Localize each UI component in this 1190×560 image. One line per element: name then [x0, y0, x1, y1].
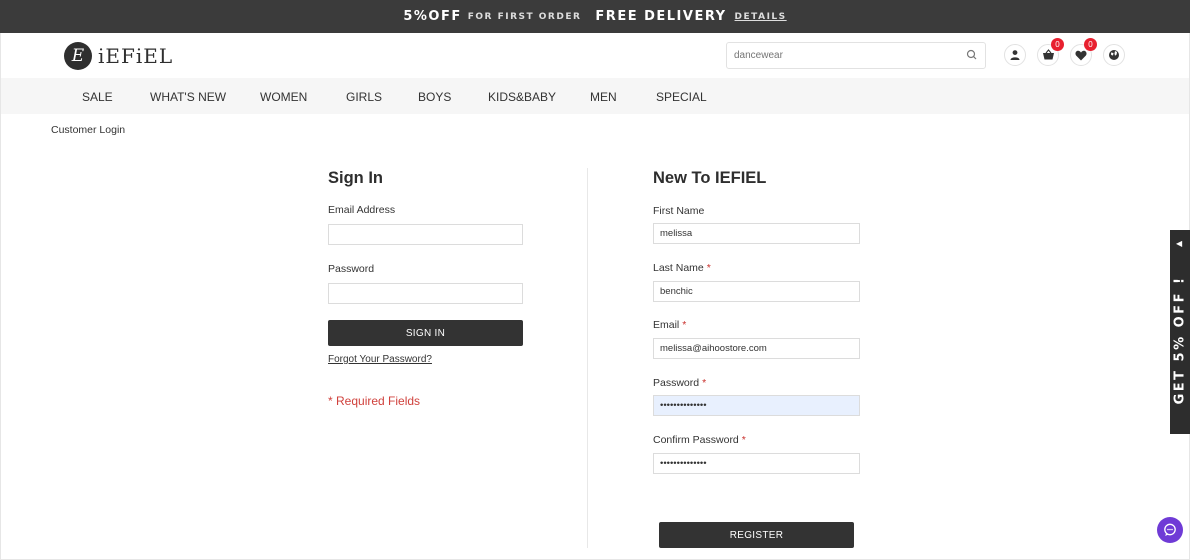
nav-item-boys[interactable]: BOYS	[418, 90, 451, 104]
password-label-text: Password	[653, 377, 700, 389]
search-input[interactable]	[727, 43, 957, 68]
first-name-label-text: First Name	[653, 205, 705, 217]
confirm-password-field[interactable]	[653, 453, 860, 474]
breadcrumb: Customer Login	[51, 124, 126, 136]
required-fields-note: * Required Fields	[328, 394, 421, 408]
nav-item-special[interactable]: SPECIAL	[656, 90, 707, 104]
wishlist-count-badge: 0	[1084, 38, 1097, 51]
register-button[interactable]: REGISTER	[659, 522, 854, 548]
logo-text: iEFiEL	[98, 44, 174, 68]
frame-border-left	[0, 78, 1, 560]
user-icon[interactable]	[1004, 44, 1026, 66]
promo-discount-note: FOR FIRST ORDER	[467, 11, 582, 22]
forgot-password-link[interactable]: Forgot Your Password?	[328, 354, 432, 365]
search-icon[interactable]	[965, 48, 979, 62]
collapse-arrow-icon: ◀	[1176, 239, 1183, 248]
last-name-field[interactable]	[653, 281, 860, 302]
column-divider	[587, 168, 588, 548]
nav-item-sale[interactable]: SALE	[82, 90, 113, 104]
chat-bubble-icon[interactable]	[1157, 517, 1183, 543]
promo-bar: 5%OFF FOR FIRST ORDER FREE DELIVERY DETA…	[0, 0, 1190, 33]
signin-email-field[interactable]	[328, 224, 523, 245]
promo-delivery: FREE DELIVERY	[595, 9, 727, 24]
signin-button[interactable]: SIGN IN	[328, 320, 523, 346]
required-mark: *	[741, 434, 746, 446]
first-name-label: First Name	[653, 205, 704, 217]
discount-side-tab[interactable]: ◀ GET 5% OFF !	[1170, 230, 1190, 434]
cart-icon[interactable]: 0	[1037, 38, 1064, 66]
required-mark: *	[702, 377, 707, 389]
site-header: E iEFiEL 0 0	[0, 33, 1190, 78]
last-name-label-text: Last Name	[653, 262, 704, 274]
password-field[interactable]	[653, 395, 860, 416]
email-label: Email *	[653, 319, 686, 331]
promo-discount: 5%OFF	[403, 9, 462, 24]
password-label: Password *	[653, 377, 706, 389]
search-box	[726, 42, 986, 69]
nav-item-girls[interactable]: GIRLS	[346, 90, 382, 104]
first-name-field[interactable]	[653, 223, 860, 244]
nav-item-women[interactable]: WOMEN	[260, 90, 307, 104]
register-title: New To IEFIEL	[653, 169, 767, 187]
email-label-text: Email	[653, 319, 680, 331]
signin-title: Sign In	[328, 169, 383, 187]
logo[interactable]: E iEFiEL	[64, 42, 173, 70]
nav-item-men[interactable]: MEN	[590, 90, 617, 104]
globe-icon[interactable]	[1103, 44, 1125, 66]
signin-password-field[interactable]	[328, 283, 523, 304]
nav-item-kids-baby[interactable]: KIDS&BABY	[488, 90, 556, 104]
cart-count-badge: 0	[1051, 38, 1064, 51]
required-mark: *	[682, 319, 687, 331]
signin-email-label: Email Address	[328, 204, 396, 216]
discount-side-tab-label: GET 5% OFF !	[1172, 275, 1188, 405]
nav-item-whats-new[interactable]: WHAT'S NEW	[150, 90, 226, 104]
logo-mark: E	[64, 42, 92, 70]
promo-details-link[interactable]: DETAILS	[735, 12, 787, 22]
main-nav: SALE WHAT'S NEW WOMEN GIRLS BOYS KIDS&BA…	[0, 78, 1190, 114]
confirm-password-label-text: Confirm Password	[653, 434, 739, 446]
confirm-password-label: Confirm Password *	[653, 434, 746, 446]
last-name-label: Last Name *	[653, 262, 711, 274]
email-field[interactable]	[653, 338, 860, 359]
signin-password-label: Password	[328, 263, 375, 275]
heart-icon[interactable]: 0	[1070, 38, 1097, 66]
required-mark: *	[706, 262, 711, 274]
